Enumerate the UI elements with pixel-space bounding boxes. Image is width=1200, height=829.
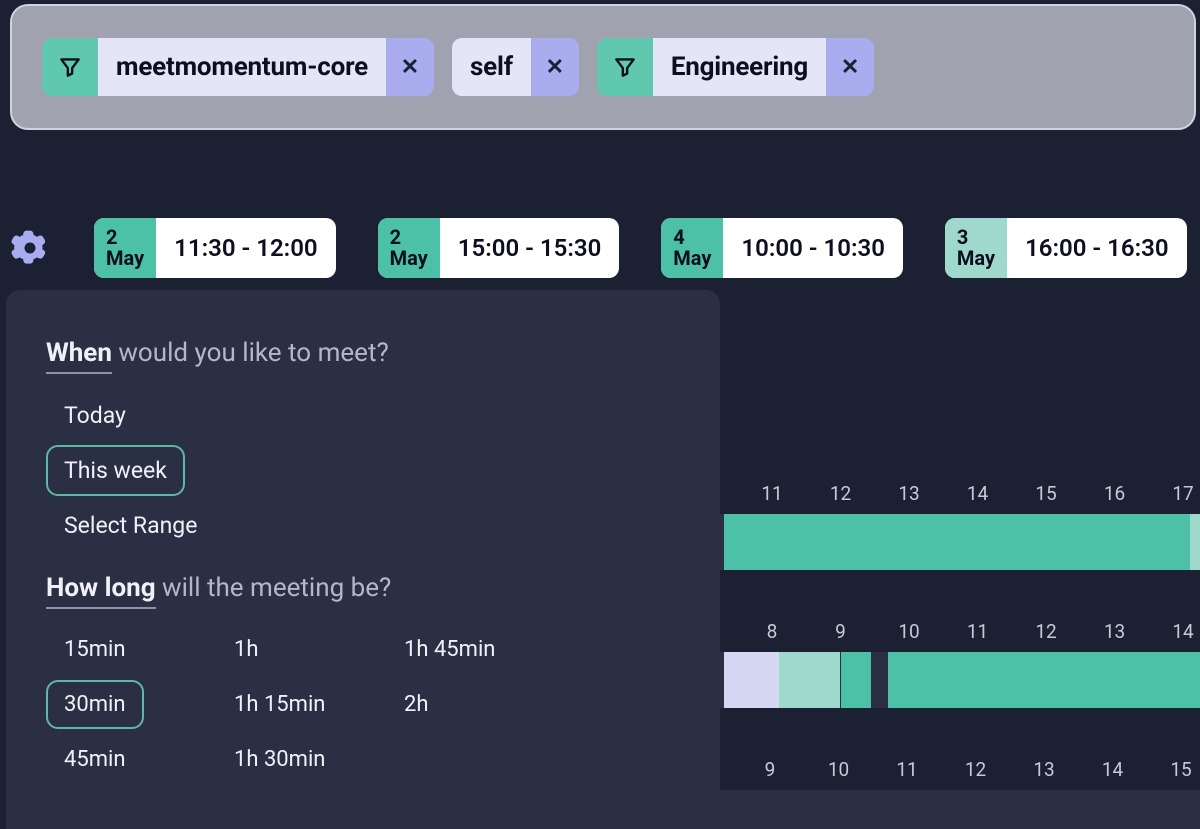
time-slot[interactable]: 3May16:00 - 16:30	[945, 218, 1187, 278]
timeline-block[interactable]	[724, 652, 779, 708]
time-slot[interactable]: 2May15:00 - 15:30	[378, 218, 620, 278]
timeline-tick: 11	[761, 482, 782, 505]
when-options: TodayThis weekSelect Range	[46, 390, 215, 551]
slot-time: 11:30 - 12:00	[156, 218, 336, 278]
close-icon[interactable]: ✕	[386, 38, 434, 96]
timeline-bar[interactable]	[720, 514, 1200, 570]
filter-chip[interactable]: Engineering✕	[597, 38, 874, 96]
timeline-tick: 12	[965, 758, 986, 781]
duration-option[interactable]: 2h	[386, 680, 446, 729]
filter-icon	[597, 38, 653, 96]
timeline-area: 11 12 13 14 15 16 17 8 9 10 11 12 13 14 9 10 11 12 13 14 15	[720, 476, 1200, 829]
time-slot[interactable]: 2May11:30 - 12:00	[94, 218, 336, 278]
slot-date: 2May	[378, 218, 440, 278]
timeline-row: 11 12 13 14 15 16 17	[720, 476, 1200, 584]
filter-chip-label: Engineering	[653, 38, 826, 96]
timeline-tick: 10	[898, 620, 919, 643]
timeline-tick: 13	[898, 482, 919, 505]
timeline-tick: 10	[828, 758, 849, 781]
timeline-tick: 8	[767, 620, 778, 643]
slot-time: 10:00 - 10:30	[723, 218, 903, 278]
time-slot[interactable]: 4May10:00 - 10:30	[661, 218, 903, 278]
slot-date: 2May	[94, 218, 156, 278]
timeline-bar[interactable]	[720, 790, 1200, 829]
timeline-tick: 15	[1035, 482, 1056, 505]
timeline-block[interactable]	[724, 514, 1190, 570]
when-option[interactable]: This week	[46, 445, 185, 496]
timeline-tick: 13	[1033, 758, 1054, 781]
slot-time: 15:00 - 15:30	[440, 218, 620, 278]
timeline-block[interactable]	[841, 652, 872, 708]
timeline-tick: 17	[1172, 482, 1193, 505]
when-heading: When would you like to meet?	[46, 338, 680, 368]
timeline-tick: 14	[967, 482, 988, 505]
filter-chip-label: meetmomentum-core	[98, 38, 386, 96]
settings-gear-icon[interactable]	[8, 226, 52, 270]
timeline-tick: 12	[830, 482, 851, 505]
timeline-bar[interactable]	[720, 652, 1200, 708]
timeline-tick: 13	[1104, 620, 1125, 643]
settings-panel: When would you like to meet? TodayThis w…	[6, 290, 720, 829]
timeline-tick: 9	[765, 758, 776, 781]
close-icon[interactable]: ✕	[826, 38, 874, 96]
timeline-tick: 11	[967, 620, 988, 643]
duration-option[interactable]: 1h 15min	[216, 680, 343, 729]
when-option[interactable]: Select Range	[46, 500, 215, 551]
timeline-tick: 12	[1035, 620, 1056, 643]
timeline-block[interactable]	[888, 652, 1200, 708]
filter-chip[interactable]: meetmomentum-core✕	[42, 38, 434, 96]
filter-icon	[42, 38, 98, 96]
timeline-tick: 14	[1172, 620, 1193, 643]
timeline-block[interactable]	[1190, 514, 1200, 570]
duration-option[interactable]: 30min	[46, 680, 144, 729]
slot-date: 4May	[661, 218, 723, 278]
howlong-heading: How long will the meeting be?	[46, 573, 680, 603]
timeline-block[interactable]	[779, 652, 841, 708]
duration-option[interactable]: 1h 30min	[216, 735, 343, 784]
filter-bar: meetmomentum-core✕self✕Engineering✕	[10, 4, 1196, 130]
timeline-tick: 15	[1170, 758, 1191, 781]
timeline-row: 8 9 10 11 12 13 14	[720, 614, 1200, 722]
timeline-tick: 9	[835, 620, 846, 643]
when-option[interactable]: Today	[46, 390, 144, 441]
suggestion-row: 2May11:30 - 12:002May15:00 - 15:304May10…	[8, 218, 1187, 278]
duration-option[interactable]: 1h 45min	[386, 625, 513, 674]
slot-time: 16:00 - 16:30	[1007, 218, 1187, 278]
timeline-row: 9 10 11 12 13 14 15	[720, 752, 1200, 829]
duration-option[interactable]: 45min	[46, 735, 144, 784]
timeline-tick: 14	[1102, 758, 1123, 781]
duration-option[interactable]: 1h	[216, 625, 276, 674]
duration-options: 15min 1h 1h 45min 30min 1h 15min 2h 45min 1h 30…	[46, 625, 680, 784]
duration-option[interactable]: 15min	[46, 625, 144, 674]
timeline-tick: 11	[896, 758, 917, 781]
close-icon[interactable]: ✕	[531, 38, 579, 96]
slot-date: 3May	[945, 218, 1007, 278]
filter-chip[interactable]: self✕	[452, 38, 579, 96]
filter-chip-label: self	[452, 38, 531, 96]
timeline-tick: 16	[1104, 482, 1125, 505]
